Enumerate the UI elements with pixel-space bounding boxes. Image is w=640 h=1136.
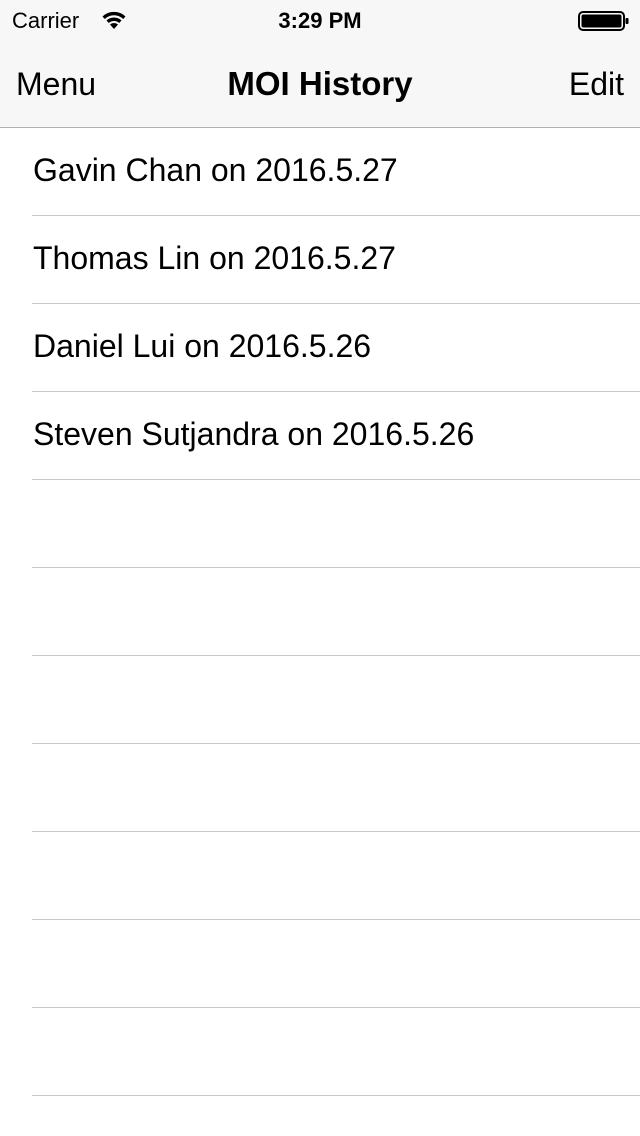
list-item[interactable]: Daniel Lui on 2016.5.26: [0, 304, 640, 392]
status-time: 3:29 PM: [278, 8, 362, 33]
top-bar: Carrier 3:29 PM Menu MOI History Edit: [0, 0, 640, 128]
history-list: Gavin Chan on 2016.5.27 Thomas Lin on 20…: [0, 128, 640, 1136]
empty-row: [0, 744, 640, 832]
empty-row: [0, 480, 640, 568]
battery-icon: [578, 10, 630, 32]
empty-row: [0, 1008, 640, 1096]
empty-row: [0, 1096, 640, 1136]
empty-row: [0, 568, 640, 656]
list-item[interactable]: Gavin Chan on 2016.5.27: [0, 128, 640, 216]
empty-row: [0, 832, 640, 920]
list-item-label: Gavin Chan on 2016.5.27: [33, 152, 398, 188]
list-item[interactable]: Steven Sutjandra on 2016.5.26: [0, 392, 640, 480]
list-item[interactable]: Thomas Lin on 2016.5.27: [0, 216, 640, 304]
navigation-bar: Menu MOI History Edit: [0, 40, 640, 128]
empty-row: [0, 920, 640, 1008]
empty-row: [0, 656, 640, 744]
status-bar: Carrier 3:29 PM: [0, 0, 640, 40]
menu-button[interactable]: Menu: [16, 64, 96, 104]
list-item-label: Thomas Lin on 2016.5.27: [33, 240, 396, 276]
edit-button[interactable]: Edit: [569, 64, 624, 104]
list-item-label: Steven Sutjandra on 2016.5.26: [33, 416, 475, 452]
list-item-label: Daniel Lui on 2016.5.26: [33, 328, 372, 364]
